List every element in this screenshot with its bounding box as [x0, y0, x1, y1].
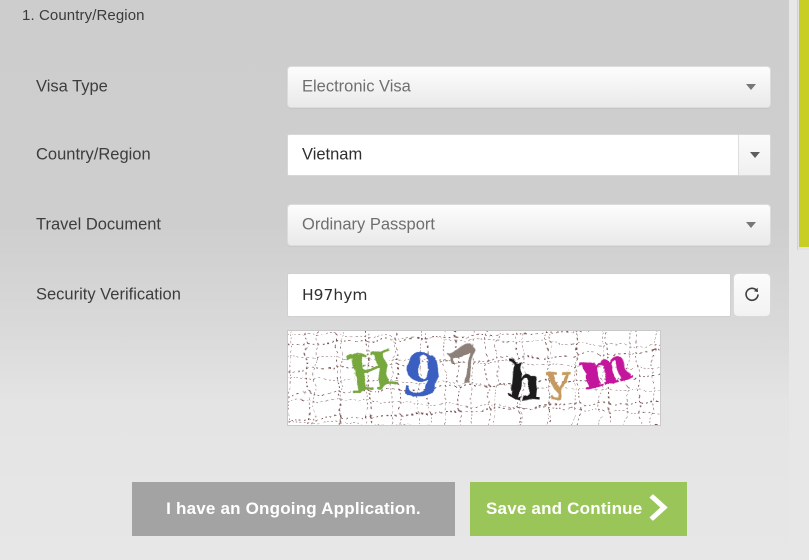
- form-row-country-region: Country/Region Vietnam: [0, 134, 789, 176]
- country-region-value: Vietnam: [302, 145, 363, 164]
- captcha-refresh-button[interactable]: [733, 273, 771, 317]
- save-and-continue-button[interactable]: Save and Continue: [470, 482, 687, 536]
- captcha-canvas: H 9 7 h y m: [288, 331, 660, 425]
- travel-document-select[interactable]: Ordinary Passport: [287, 204, 771, 246]
- scrollbar-thumb[interactable]: [799, 0, 809, 247]
- section-heading: 1. Country/Region: [22, 7, 145, 24]
- save-and-continue-label: Save and Continue: [486, 499, 643, 518]
- field-travel-document[interactable]: Ordinary Passport: [287, 204, 771, 246]
- chevron-down-icon: [746, 222, 756, 228]
- label-visa-type: Visa Type: [36, 77, 108, 96]
- chevron-right-icon: [649, 493, 669, 524]
- form-row-travel-document: Travel Document Ordinary Passport: [0, 204, 789, 246]
- visa-type-value: Electronic Visa: [302, 77, 411, 96]
- field-country-region[interactable]: Vietnam: [287, 134, 771, 176]
- field-security-verification: H97hym: [287, 273, 771, 317]
- form-row-visa-type: Visa Type Electronic Visa: [0, 66, 789, 108]
- security-verification-input[interactable]: H97hym: [287, 273, 731, 317]
- visa-type-select[interactable]: Electronic Visa: [287, 66, 771, 108]
- label-country-region: Country/Region: [36, 145, 151, 164]
- field-visa-type[interactable]: Electronic Visa: [287, 66, 771, 108]
- form-row-security-verification: Security Verification H97hym: [0, 273, 789, 317]
- country-region-select[interactable]: Vietnam: [287, 134, 771, 176]
- ongoing-application-button[interactable]: I have an Ongoing Application.: [132, 482, 455, 536]
- label-security-verification: Security Verification: [36, 285, 181, 304]
- travel-document-value: Ordinary Passport: [302, 215, 435, 234]
- chevron-down-icon: [749, 152, 760, 158]
- chevron-down-icon: [746, 84, 756, 90]
- refresh-icon: [745, 287, 759, 302]
- visa-application-page: 1. Country/Region Visa Type Electronic V…: [0, 0, 809, 560]
- country-region-dropdown-button[interactable]: [738, 135, 770, 175]
- security-verification-value: H97hym: [302, 286, 368, 304]
- scroll-rail: [789, 0, 809, 560]
- captcha-image[interactable]: H 9 7 h y m: [287, 330, 661, 426]
- svg-text:h: h: [502, 351, 542, 410]
- label-travel-document: Travel Document: [36, 215, 162, 234]
